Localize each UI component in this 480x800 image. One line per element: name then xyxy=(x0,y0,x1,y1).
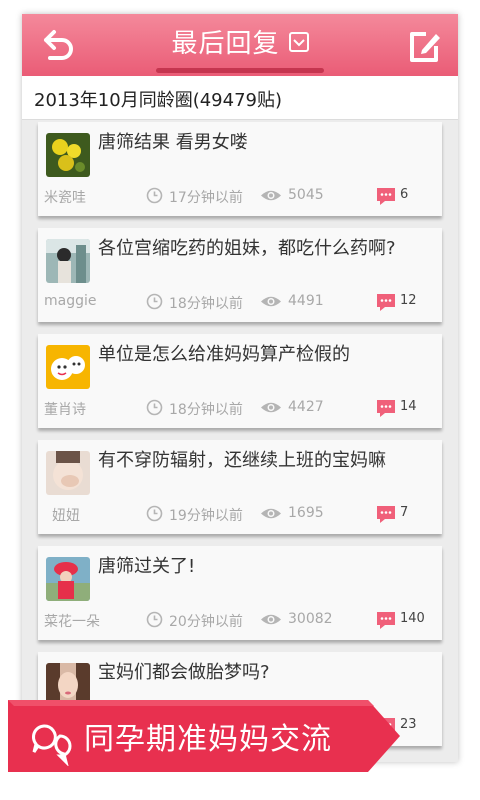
post-meta: 董肖诗 18分钟以前 4427 14 xyxy=(38,398,442,418)
comment-icon xyxy=(377,612,395,629)
page-title: 最后回复 xyxy=(171,29,280,59)
post-comment-count: 14 xyxy=(400,399,417,414)
clock-icon xyxy=(146,611,163,628)
post-author: 妞妞 xyxy=(52,508,80,524)
post-card[interactable]: 有不穿防辐射，还继续上班的宝妈嘛 妞妞 19分钟以前 1695 7 xyxy=(38,440,442,534)
post-views: 4491 xyxy=(288,293,324,309)
post-title: 唐筛过关了! xyxy=(98,556,196,577)
post-comment-count: 140 xyxy=(400,611,425,626)
post-title: 宝妈们都会做胎梦吗? xyxy=(98,662,270,683)
phone-screen: 最后回复 2013年10月同龄圈(49479贴) 唐筛结果 看男女喽 米瓷哇 1… xyxy=(22,14,458,762)
post-comment-count: 12 xyxy=(400,293,417,308)
circle-info-bar: 2013年10月同龄圈(49479贴) xyxy=(22,76,458,120)
post-views: 30082 xyxy=(288,611,333,627)
eye-icon xyxy=(261,508,281,519)
eye-icon xyxy=(261,296,281,307)
post-comment-count: 23 xyxy=(400,717,417,732)
post-title: 唐筛结果 看男女喽 xyxy=(98,132,248,153)
post-views: 5045 xyxy=(288,187,324,203)
post-author: maggie xyxy=(44,293,97,309)
post-views: 4427 xyxy=(288,399,324,415)
clock-icon xyxy=(146,505,163,522)
post-time: 18分钟以前 xyxy=(169,296,243,312)
chat-bubbles-icon xyxy=(31,724,72,766)
compose-button[interactable] xyxy=(404,26,444,66)
eye-icon xyxy=(261,190,281,201)
post-author: 米瓷哇 xyxy=(44,190,86,206)
post-title: 单位是怎么给准妈妈算产检假的 xyxy=(98,344,350,365)
avatar[interactable] xyxy=(46,557,90,601)
title-underline xyxy=(156,68,324,73)
post-time: 20分钟以前 xyxy=(169,614,243,630)
circle-title: 2013年10月同龄圈(49479贴) xyxy=(34,90,283,111)
post-time: 19分钟以前 xyxy=(169,508,243,524)
post-time: 18分钟以前 xyxy=(169,402,243,418)
post-author: 董肖诗 xyxy=(44,402,86,418)
clock-icon xyxy=(146,293,163,310)
eye-icon xyxy=(261,402,281,413)
comment-icon xyxy=(377,294,395,311)
avatar[interactable] xyxy=(46,133,90,177)
post-title: 有不穿防辐射，还继续上班的宝妈嘛 xyxy=(98,450,386,471)
post-comment-count: 6 xyxy=(400,187,409,202)
post-meta: maggie 18分钟以前 4491 12 xyxy=(38,292,442,312)
post-meta: 米瓷哇 17分钟以前 5045 6 xyxy=(38,186,442,206)
avatar[interactable] xyxy=(46,345,90,389)
post-views: 1695 xyxy=(288,505,324,521)
chevron-down-icon xyxy=(288,32,309,52)
post-card[interactable]: 唐筛结果 看男女喽 米瓷哇 17分钟以前 5045 6 xyxy=(38,122,442,216)
post-card[interactable]: 单位是怎么给准妈妈算产检假的 董肖诗 18分钟以前 4427 14 xyxy=(38,334,442,428)
comment-icon xyxy=(377,188,395,205)
title-dropdown[interactable]: 最后回复 xyxy=(22,24,458,64)
post-time: 17分钟以前 xyxy=(169,190,243,206)
post-meta: 妞妞 19分钟以前 1695 7 xyxy=(38,504,442,524)
comment-icon xyxy=(377,506,395,523)
comment-icon xyxy=(377,400,395,417)
avatar[interactable] xyxy=(46,451,90,495)
post-title: 各位宫缩吃药的姐妹，都吃什么药啊? xyxy=(98,238,396,259)
clock-icon xyxy=(146,187,163,204)
post-comment-count: 7 xyxy=(400,505,409,520)
post-card[interactable]: 唐筛过关了! 菜花一朵 20分钟以前 30082 140 xyxy=(38,546,442,640)
compose-icon xyxy=(410,32,440,62)
post-card[interactable]: 各位宫缩吃药的姐妹，都吃什么药啊? maggie 18分钟以前 4491 12 xyxy=(38,228,442,322)
promo-ribbon-text: 同孕期准妈妈交流 xyxy=(84,722,332,757)
eye-icon xyxy=(261,614,281,625)
post-meta: 菜花一朵 20分钟以前 30082 140 xyxy=(38,610,442,630)
app-header: 最后回复 xyxy=(22,14,458,76)
avatar[interactable] xyxy=(46,239,90,283)
post-author: 菜花一朵 xyxy=(44,614,100,630)
clock-icon xyxy=(146,399,163,416)
